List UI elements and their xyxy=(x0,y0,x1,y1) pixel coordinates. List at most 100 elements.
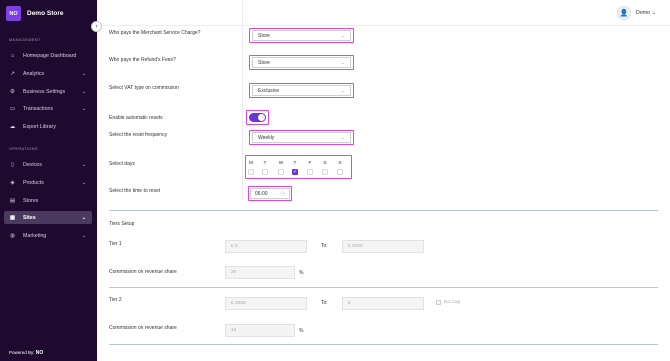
sidebar-item-label: Business Settings xyxy=(23,88,66,95)
tiers-setup-title: Tiers Setup xyxy=(109,221,135,227)
tier-2-to-input[interactable]: £ xyxy=(342,297,424,310)
input-value: £ 2000 xyxy=(231,301,246,306)
sidebar-item-sites[interactable]: ▦ Sites ⌄ xyxy=(4,211,92,224)
brand[interactable]: NO Demo Store xyxy=(6,6,63,21)
no-cap-checkbox[interactable]: ✓ xyxy=(436,300,441,305)
input-value: £ 2000 xyxy=(348,244,363,249)
select-value: Store xyxy=(258,32,270,39)
day-label-thu: T xyxy=(293,161,297,166)
chevron-down-icon: ⌄ xyxy=(341,134,345,140)
check-icon: ✓ xyxy=(437,300,441,305)
vat-type-select[interactable]: Exclusive ⌄ xyxy=(252,85,351,96)
select-value: Exclusive xyxy=(258,87,280,94)
store-name: Demo Store xyxy=(27,10,64,17)
home-icon: ⌂ xyxy=(10,52,15,59)
sidebar-item-marketing[interactable]: ◍ Marketing ⌄ xyxy=(4,229,92,242)
sidebar-item-label: Products xyxy=(23,179,44,186)
chevron-down-icon: ⌄ xyxy=(81,179,86,186)
reset-time-label: Select the time to reset xyxy=(109,188,161,194)
time-value: 06:00 xyxy=(255,190,268,197)
clock-icon: ◷ xyxy=(280,190,285,197)
chevron-down-icon: ⌄ xyxy=(81,232,86,239)
day-checkbox-tue[interactable] xyxy=(262,169,268,175)
card-icon: ▭ xyxy=(9,105,16,112)
user-name: Demo xyxy=(636,10,651,16)
chevron-down-icon: ⌄ xyxy=(81,105,86,112)
day-checkbox-sat[interactable] xyxy=(322,169,328,175)
tier-1-commission-label: Commission on revenue share xyxy=(109,269,177,275)
user-menu[interactable]: Demo ⌄ xyxy=(636,10,656,16)
day-label-wed: W xyxy=(278,161,284,166)
sidebar-collapse-button[interactable]: ‹ xyxy=(91,21,102,32)
day-checkbox-sun[interactable] xyxy=(337,169,343,175)
input-value: 20 xyxy=(231,270,237,275)
chevron-down-icon: ⌄ xyxy=(81,70,86,77)
sidebar-item-analytics[interactable]: ↗ Analytics ⌄ xyxy=(4,67,92,80)
sidebar-item-homepage-dashboard[interactable]: ⌂ Homepage Dashboard xyxy=(4,49,92,62)
chevron-down-icon: ⌄ xyxy=(341,32,345,38)
powered-by-label: Powered By: xyxy=(9,350,35,355)
refund-fee-label: Who pays the Refund's Fees? xyxy=(109,57,176,63)
merchant-fee-label: Who pays the Merchant Service Charge? xyxy=(109,30,201,36)
input-value: £ xyxy=(348,301,351,306)
sidebar-item-label: Marketing xyxy=(23,232,47,239)
sidebar-item-devices[interactable]: ▯ Devices ⌄ xyxy=(4,158,92,171)
day-label-sat: S xyxy=(323,161,327,166)
day-checkbox-fri[interactable] xyxy=(307,169,313,175)
marketing-icon: ◍ xyxy=(10,232,15,239)
reset-frequency-select[interactable]: Weekly ⌄ xyxy=(252,132,351,143)
sidebar-item-export-library[interactable]: ☁ Export Library xyxy=(4,120,92,133)
day-checkbox-mon[interactable] xyxy=(248,169,254,175)
powered-by: Powered By: NO xyxy=(9,350,43,356)
chevron-down-icon: ⌄ xyxy=(341,59,345,65)
check-icon: ✓ xyxy=(293,169,298,175)
store-icon: ▤ xyxy=(9,197,16,204)
tier-1-to-input[interactable]: £ 2000 xyxy=(342,240,424,253)
chart-icon: ↗ xyxy=(10,70,15,77)
powered-by-logo: NO xyxy=(35,350,44,356)
merchant-fee-select[interactable]: Store ⌄ xyxy=(252,30,351,41)
tier-1-to-label: To: xyxy=(321,243,328,249)
tier-2-to-label: To: xyxy=(321,300,328,306)
sidebar: NO Demo Store MANAGEMENT ⌂ Homepage Dash… xyxy=(0,0,97,361)
sidebar-item-transactions[interactable]: ▭ Transactions ⌄ xyxy=(4,102,92,115)
section-label-management: MANAGEMENT xyxy=(9,37,41,42)
sidebar-item-label: Export Library xyxy=(23,123,56,130)
sidebar-item-label: Devices xyxy=(23,161,42,168)
no-cap-label: No Cap xyxy=(444,300,461,305)
day-label-fri: F xyxy=(308,161,312,166)
select-days-label: Select days xyxy=(109,161,135,167)
column-divider xyxy=(242,0,243,200)
cloud-icon: ☁ xyxy=(9,123,16,130)
device-icon: ▯ xyxy=(10,161,15,168)
top-bar xyxy=(97,0,670,26)
refund-fee-select[interactable]: Store ⌄ xyxy=(252,57,351,68)
select-value: Weekly xyxy=(258,134,275,141)
user-avatar[interactable]: 👤 xyxy=(617,6,631,20)
tier-1-commission-input[interactable]: 20 xyxy=(225,266,295,279)
tier-2-commission-input[interactable]: 10 xyxy=(225,324,295,337)
chevron-left-icon: ‹ xyxy=(95,23,98,30)
tier-1-label: Tier 1 xyxy=(109,241,122,247)
sidebar-item-label: Stores xyxy=(23,197,39,204)
sidebar-item-products[interactable]: ◈ Products ⌄ xyxy=(4,176,92,189)
day-checkbox-wed[interactable] xyxy=(278,169,284,175)
highlight-box xyxy=(245,155,352,179)
auto-reset-toggle[interactable] xyxy=(249,113,266,122)
brand-logo: NO xyxy=(6,6,21,21)
tier-1-from-input[interactable]: £ 0 xyxy=(225,240,307,253)
reset-frequency-label: Select the reset frequency xyxy=(109,132,168,138)
reset-time-input[interactable]: 06:00 ◷ xyxy=(250,188,290,199)
tag-icon: ◈ xyxy=(10,179,15,186)
sites-icon: ▦ xyxy=(9,214,16,221)
day-checkbox-thu[interactable]: ✓ xyxy=(292,169,298,175)
tier-2-commission-label: Commission on revenue share xyxy=(109,325,177,331)
sidebar-item-label: Transactions xyxy=(23,105,54,112)
gear-icon: ⚙ xyxy=(10,88,15,95)
section-divider xyxy=(109,210,658,211)
sidebar-item-business-settings[interactable]: ⚙ Business Settings ⌄ xyxy=(4,85,92,98)
chevron-down-icon: ⌄ xyxy=(651,10,657,16)
sidebar-item-label: Sites xyxy=(23,214,36,221)
tier-2-from-input[interactable]: £ 2000 xyxy=(225,297,307,310)
sidebar-item-stores[interactable]: ▤ Stores xyxy=(4,194,92,207)
